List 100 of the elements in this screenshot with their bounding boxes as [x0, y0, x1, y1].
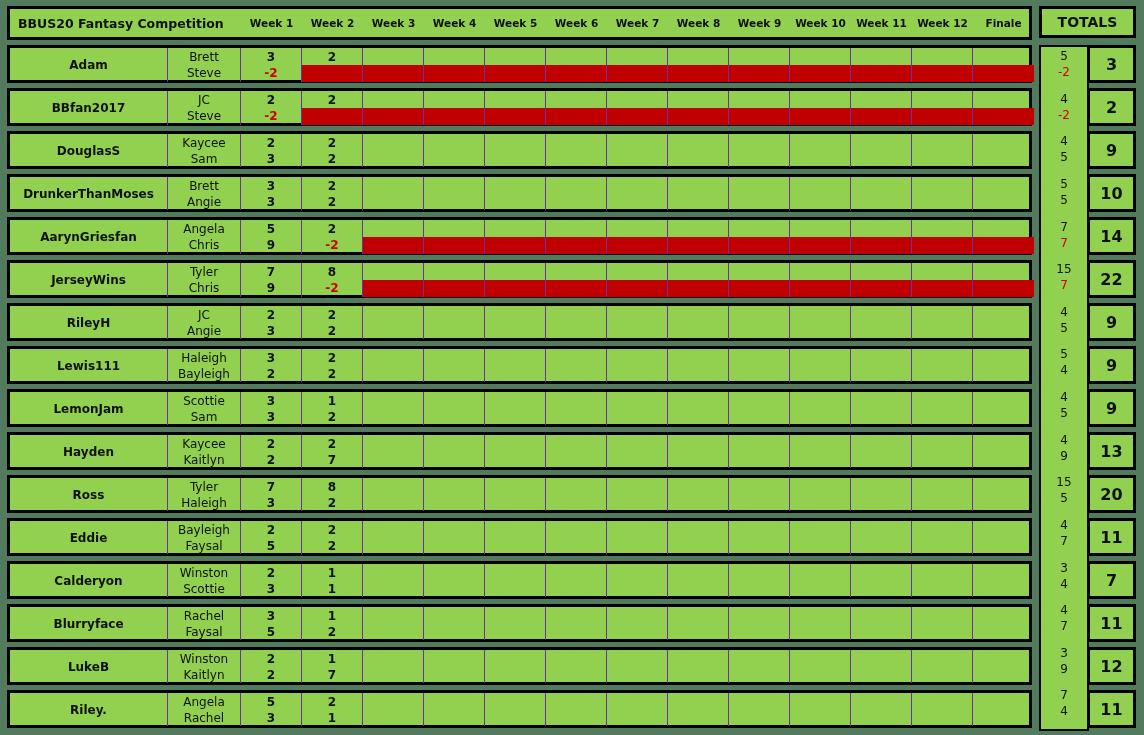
subtotal: 4	[1059, 133, 1069, 150]
score: 7	[326, 667, 338, 683]
score: -2	[324, 280, 340, 296]
score: 2	[326, 194, 338, 210]
score: 9	[265, 237, 277, 253]
total-score: 2	[1089, 88, 1136, 126]
subtotal: 4	[1059, 303, 1069, 320]
player-name: AarynGriesfan	[10, 220, 168, 254]
houseguest-name: Haleigh	[180, 495, 228, 511]
score: -2	[263, 108, 279, 124]
houseguest-name: Tyler	[188, 264, 220, 280]
score: 5	[265, 538, 277, 554]
score: 2	[326, 323, 338, 339]
score: 2	[326, 522, 338, 538]
subtotal: 3	[1059, 559, 1069, 576]
score: 2	[326, 307, 338, 323]
subtotal: -2	[1057, 64, 1071, 80]
total-score: 11	[1089, 604, 1136, 642]
score: 2	[265, 366, 277, 382]
houseguest-name: Rachel	[182, 608, 226, 624]
score: 3	[265, 151, 277, 167]
subtotal: 7	[1059, 532, 1069, 549]
score: 3	[265, 710, 277, 726]
score: 3	[265, 49, 277, 65]
score: 2	[326, 409, 338, 425]
column-header: Week 9	[736, 17, 783, 29]
subtotal: 15	[1055, 261, 1073, 278]
score: 1	[326, 651, 338, 667]
subtotal: 5	[1059, 48, 1069, 64]
score: 5	[265, 694, 277, 710]
score: 2	[265, 92, 277, 108]
subtotal: 7	[1059, 277, 1069, 294]
column-header: Week 3	[370, 17, 417, 29]
houseguest-name: Kaycee	[181, 436, 227, 452]
subtotal: 5	[1059, 319, 1069, 336]
score: 1	[326, 393, 338, 409]
houseguest-name: Brett	[188, 178, 220, 194]
subtotal: 5	[1059, 405, 1069, 421]
subtotal: 5	[1059, 175, 1069, 192]
houseguest-name: Scottie	[182, 581, 226, 597]
score: 2	[326, 92, 338, 108]
column-header: Week 6	[553, 17, 600, 29]
score: 2	[265, 135, 277, 151]
score: 3	[265, 495, 277, 511]
subtotal: 4	[1059, 362, 1069, 379]
score: 3	[265, 350, 277, 366]
total-score: 7	[1089, 561, 1136, 599]
score: 2	[326, 624, 338, 640]
houseguest-name: Angie	[185, 323, 223, 339]
score: 7	[326, 452, 338, 468]
score: -2	[263, 65, 279, 81]
score: 2	[265, 452, 277, 468]
total-score: 3	[1089, 45, 1136, 83]
score: 3	[265, 178, 277, 194]
score: 1	[326, 565, 338, 581]
player-name: Lewis111	[10, 349, 168, 382]
subtotal: 4	[1059, 575, 1069, 592]
houseguest-name: JC	[196, 92, 211, 108]
player-name: RileyH	[10, 306, 168, 339]
score: 5	[265, 221, 277, 237]
column-header: Week 8	[675, 17, 722, 29]
column-header: Week 5	[492, 17, 539, 29]
score: 8	[326, 479, 338, 495]
score: 2	[326, 366, 338, 382]
total-score: 13	[1089, 432, 1136, 470]
column-header: Week 10	[794, 17, 847, 29]
player-name: JerseyWins	[10, 263, 168, 297]
houseguest-name: Kaitlyn	[182, 452, 226, 468]
houseguest-name: Brett	[188, 49, 220, 65]
player-name: BBfan2017	[10, 91, 168, 125]
subtotal: 3	[1059, 644, 1069, 661]
score: 2	[326, 350, 338, 366]
subtotal: 15	[1055, 474, 1073, 491]
houseguest-name: Angela	[182, 694, 226, 710]
subtotal: 5	[1059, 490, 1069, 507]
player-name: LukeB	[10, 650, 168, 683]
score: 2	[265, 436, 277, 452]
total-score: 9	[1089, 303, 1136, 341]
total-score: 11	[1089, 690, 1136, 728]
total-score: 11	[1089, 518, 1136, 556]
subtotal: 9	[1059, 447, 1069, 464]
houseguest-name: Faysal	[184, 538, 224, 554]
subtotal: 7	[1059, 218, 1069, 235]
subtotal: 4	[1059, 516, 1069, 533]
houseguest-name: Sam	[189, 409, 219, 425]
houseguest-name: Bayleigh	[177, 522, 231, 538]
houseguest-name: Chris	[187, 237, 221, 253]
houseguest-name: Winston	[178, 651, 230, 667]
column-header: Week 1	[248, 17, 295, 29]
score: 5	[265, 624, 277, 640]
subtotal: 7	[1059, 234, 1069, 251]
score: 3	[265, 323, 277, 339]
houseguest-name: Bayleigh	[177, 366, 231, 382]
score: 8	[326, 264, 338, 280]
column-header: Week 12	[916, 17, 969, 29]
subtotal: 5	[1059, 191, 1069, 208]
score: 1	[326, 581, 338, 597]
totals-header: TOTALS	[1039, 6, 1136, 38]
score: 2	[326, 436, 338, 452]
score: -2	[324, 237, 340, 253]
